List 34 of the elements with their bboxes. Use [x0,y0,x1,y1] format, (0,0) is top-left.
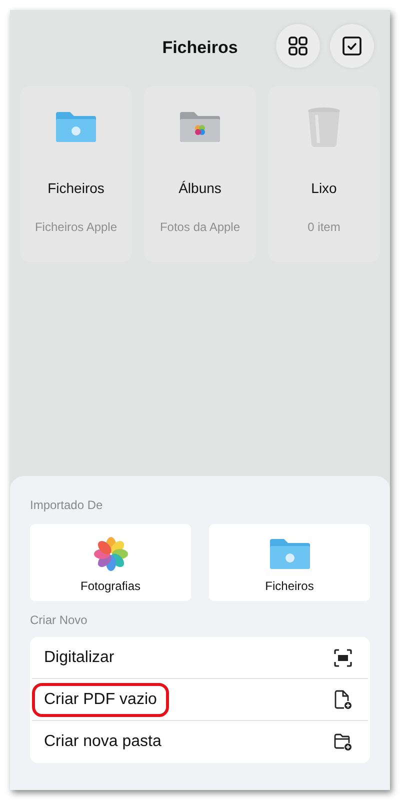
select-button[interactable] [330,24,374,68]
location-card[interactable]: Lixo 0 item [268,86,380,262]
screen-title: Ficheiros [162,37,238,60]
section-title: Importado De [30,498,104,512]
flower-icon [94,537,128,571]
action-label: Criar nova pasta [43,732,162,752]
folder-icon [178,110,222,144]
location-subtitle: Fotos da Apple [160,219,240,236]
location-name: Ficheiros [48,179,104,198]
folder-plus-icon [334,733,352,751]
view-options-button[interactable] [276,24,320,68]
location-card[interactable]: Álbuns Fotos da Apple [144,86,256,262]
action-label: Digitalizar [43,648,116,668]
action-row[interactable]: Digitalizar [32,637,368,679]
scan-icon [334,648,352,666]
section-title: Criar Novo [30,613,88,627]
action-row[interactable]: Criar PDF vazio [32,679,368,721]
action-row[interactable]: Criar nova pasta [32,721,368,763]
source-label: Ficheiros [265,578,314,595]
location-name: Álbuns [178,179,222,198]
location-card[interactable]: Ficheiros Ficheiros Apple [20,86,132,262]
location-subtitle: 0 item [308,219,340,236]
source-tile[interactable]: Fotografias [30,524,191,601]
grid-icon [288,36,308,56]
document-plus-icon [334,690,352,710]
source-label: Fotografias [80,578,141,595]
action-label: Criar PDF vazio [32,682,169,716]
folder-icon [54,110,98,144]
location-name: Lixo [311,179,337,198]
source-tile[interactable]: Ficheiros [209,524,370,601]
checkbox-icon [342,36,362,56]
folder-icon [268,537,312,571]
location-subtitle: Ficheiros Apple [34,219,118,236]
trash-can-icon [307,107,341,147]
